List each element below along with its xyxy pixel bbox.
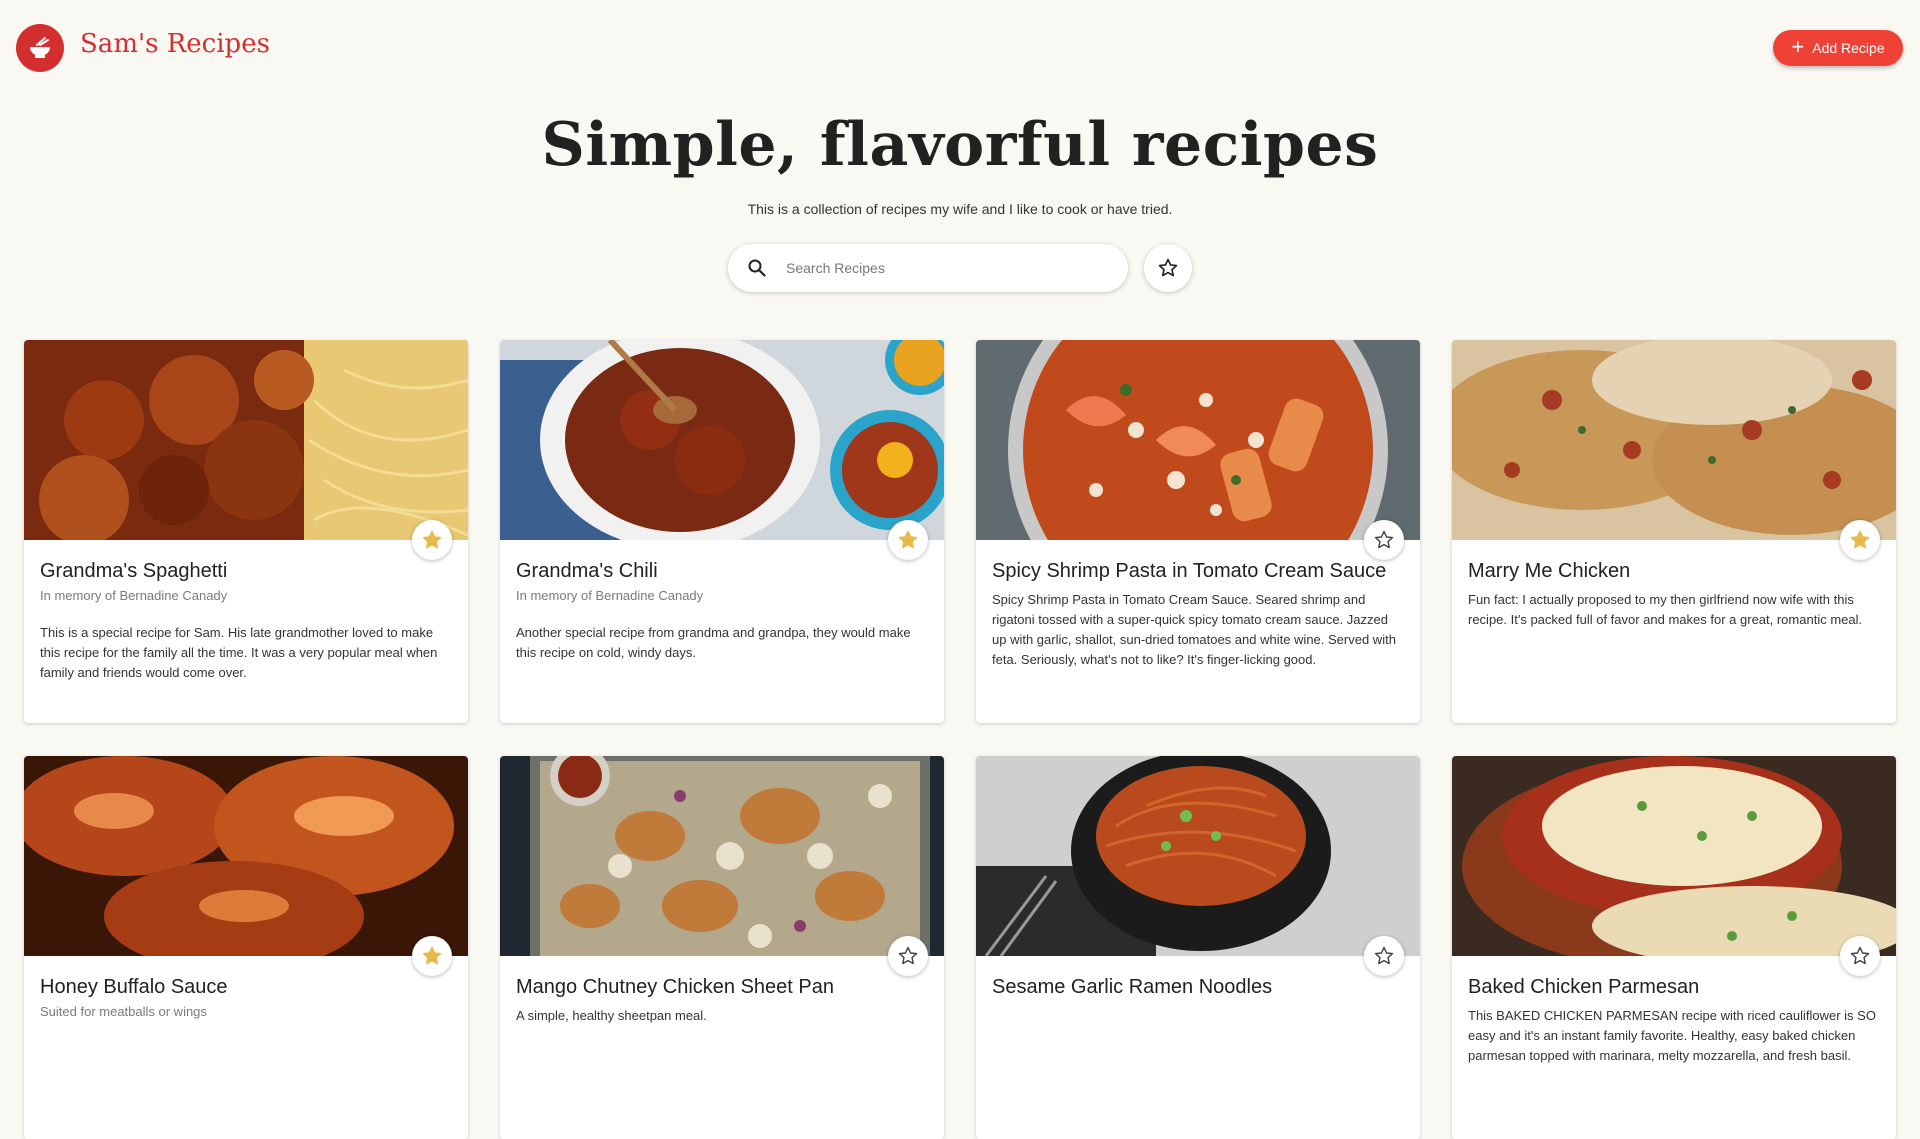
recipe-image[interactable] (500, 756, 944, 956)
recipe-title[interactable]: Grandma's Chili (516, 560, 916, 583)
recipe-card[interactable]: Spicy Shrimp Pasta in Tomato Cream Sauce… (976, 340, 1420, 723)
recipe-card[interactable]: Baked Chicken Parmesan This BAKED CHICKEN… (1452, 756, 1896, 1139)
star-filled-icon (898, 530, 918, 549)
favorite-button[interactable] (1364, 520, 1404, 560)
recipe-card[interactable]: Grandma's Spaghetti In memory of Bernadin… (24, 340, 468, 723)
recipe-title[interactable]: Grandma's Spaghetti (40, 560, 440, 583)
page-subtitle: This is a collection of recipes my wife … (747, 201, 1173, 217)
recipe-title[interactable]: Honey Buffalo Sauce (40, 976, 440, 999)
recipe-card[interactable]: Honey Buffalo Sauce Suited for meatballs … (24, 756, 468, 1139)
favorite-button[interactable] (1364, 936, 1404, 976)
favorite-button[interactable] (888, 936, 928, 976)
recipe-subtitle: Suited for meatballs or wings (40, 1004, 207, 1019)
star-outline-icon (1374, 946, 1394, 965)
favorite-button[interactable] (412, 936, 452, 976)
recipe-image[interactable] (1452, 756, 1896, 956)
recipe-card[interactable]: Sesame Garlic Ramen Noodles (976, 756, 1420, 1139)
star-filled-icon (422, 946, 442, 965)
recipe-image[interactable] (976, 340, 1420, 540)
search-icon (746, 257, 768, 279)
app-header: Sam's Recipes + Add Recipe (0, 0, 1920, 100)
search-input[interactable] (784, 259, 1084, 277)
favorite-button[interactable] (1840, 936, 1880, 976)
recipe-card[interactable]: Grandma's Chili In memory of Bernadine Ca… (500, 340, 944, 723)
recipe-description: Fun fact: I actually proposed to my then… (1468, 592, 1863, 627)
recipe-title[interactable]: Mango Chutney Chicken Sheet Pan (516, 976, 916, 999)
favorite-button[interactable] (888, 520, 928, 560)
recipe-card[interactable]: Marry Me Chicken Fun fact: I actually pro… (1452, 340, 1896, 723)
star-outline-icon (1374, 530, 1394, 549)
recipe-description: This BAKED CHICKEN PARMESAN recipe with … (1468, 1008, 1876, 1063)
recipe-description: A simple, healthy sheetpan meal. (516, 1008, 707, 1023)
recipe-title[interactable]: Marry Me Chicken (1468, 560, 1868, 583)
page-title: Simple, flavorful recipes (541, 110, 1379, 180)
favorites-filter-button[interactable] (1144, 244, 1192, 292)
recipe-description: Spicy Shrimp Pasta in Tomato Cream Sauce… (992, 592, 1396, 667)
recipe-image[interactable] (976, 756, 1420, 956)
recipe-image[interactable] (24, 756, 468, 956)
recipe-image[interactable] (1452, 340, 1896, 540)
bowl-icon[interactable] (16, 24, 64, 72)
star-filled-icon (1850, 530, 1870, 549)
recipe-description: Another special recipe from grandma and … (516, 625, 911, 660)
star-outline-icon (1850, 946, 1870, 965)
recipe-title[interactable]: Sesame Garlic Ramen Noodles (992, 976, 1392, 999)
star-filled-icon (422, 530, 442, 549)
favorite-button[interactable] (412, 520, 452, 560)
recipe-image[interactable] (500, 340, 944, 540)
search-bar (728, 244, 1128, 292)
recipe-title[interactable]: Baked Chicken Parmesan (1468, 976, 1868, 999)
recipe-card[interactable]: Mango Chutney Chicken Sheet Pan A simple,… (500, 756, 944, 1139)
recipe-subtitle: In memory of Bernadine Canady (40, 588, 228, 603)
add-recipe-label: Add Recipe (1812, 40, 1885, 56)
add-recipe-button[interactable]: + Add Recipe (1773, 30, 1903, 66)
star-outline-icon (1158, 258, 1178, 277)
recipe-title[interactable]: Spicy Shrimp Pasta in Tomato Cream Sauce (992, 560, 1392, 583)
brand-name[interactable]: Sam's Recipes (80, 29, 270, 59)
recipe-subtitle: In memory of Bernadine Canady (516, 588, 704, 603)
recipe-description: This is a special recipe for Sam. His la… (40, 625, 438, 680)
star-outline-icon (898, 946, 918, 965)
favorite-button[interactable] (1840, 520, 1880, 560)
recipe-image[interactable] (24, 340, 468, 540)
plus-icon: + (1791, 34, 1805, 59)
